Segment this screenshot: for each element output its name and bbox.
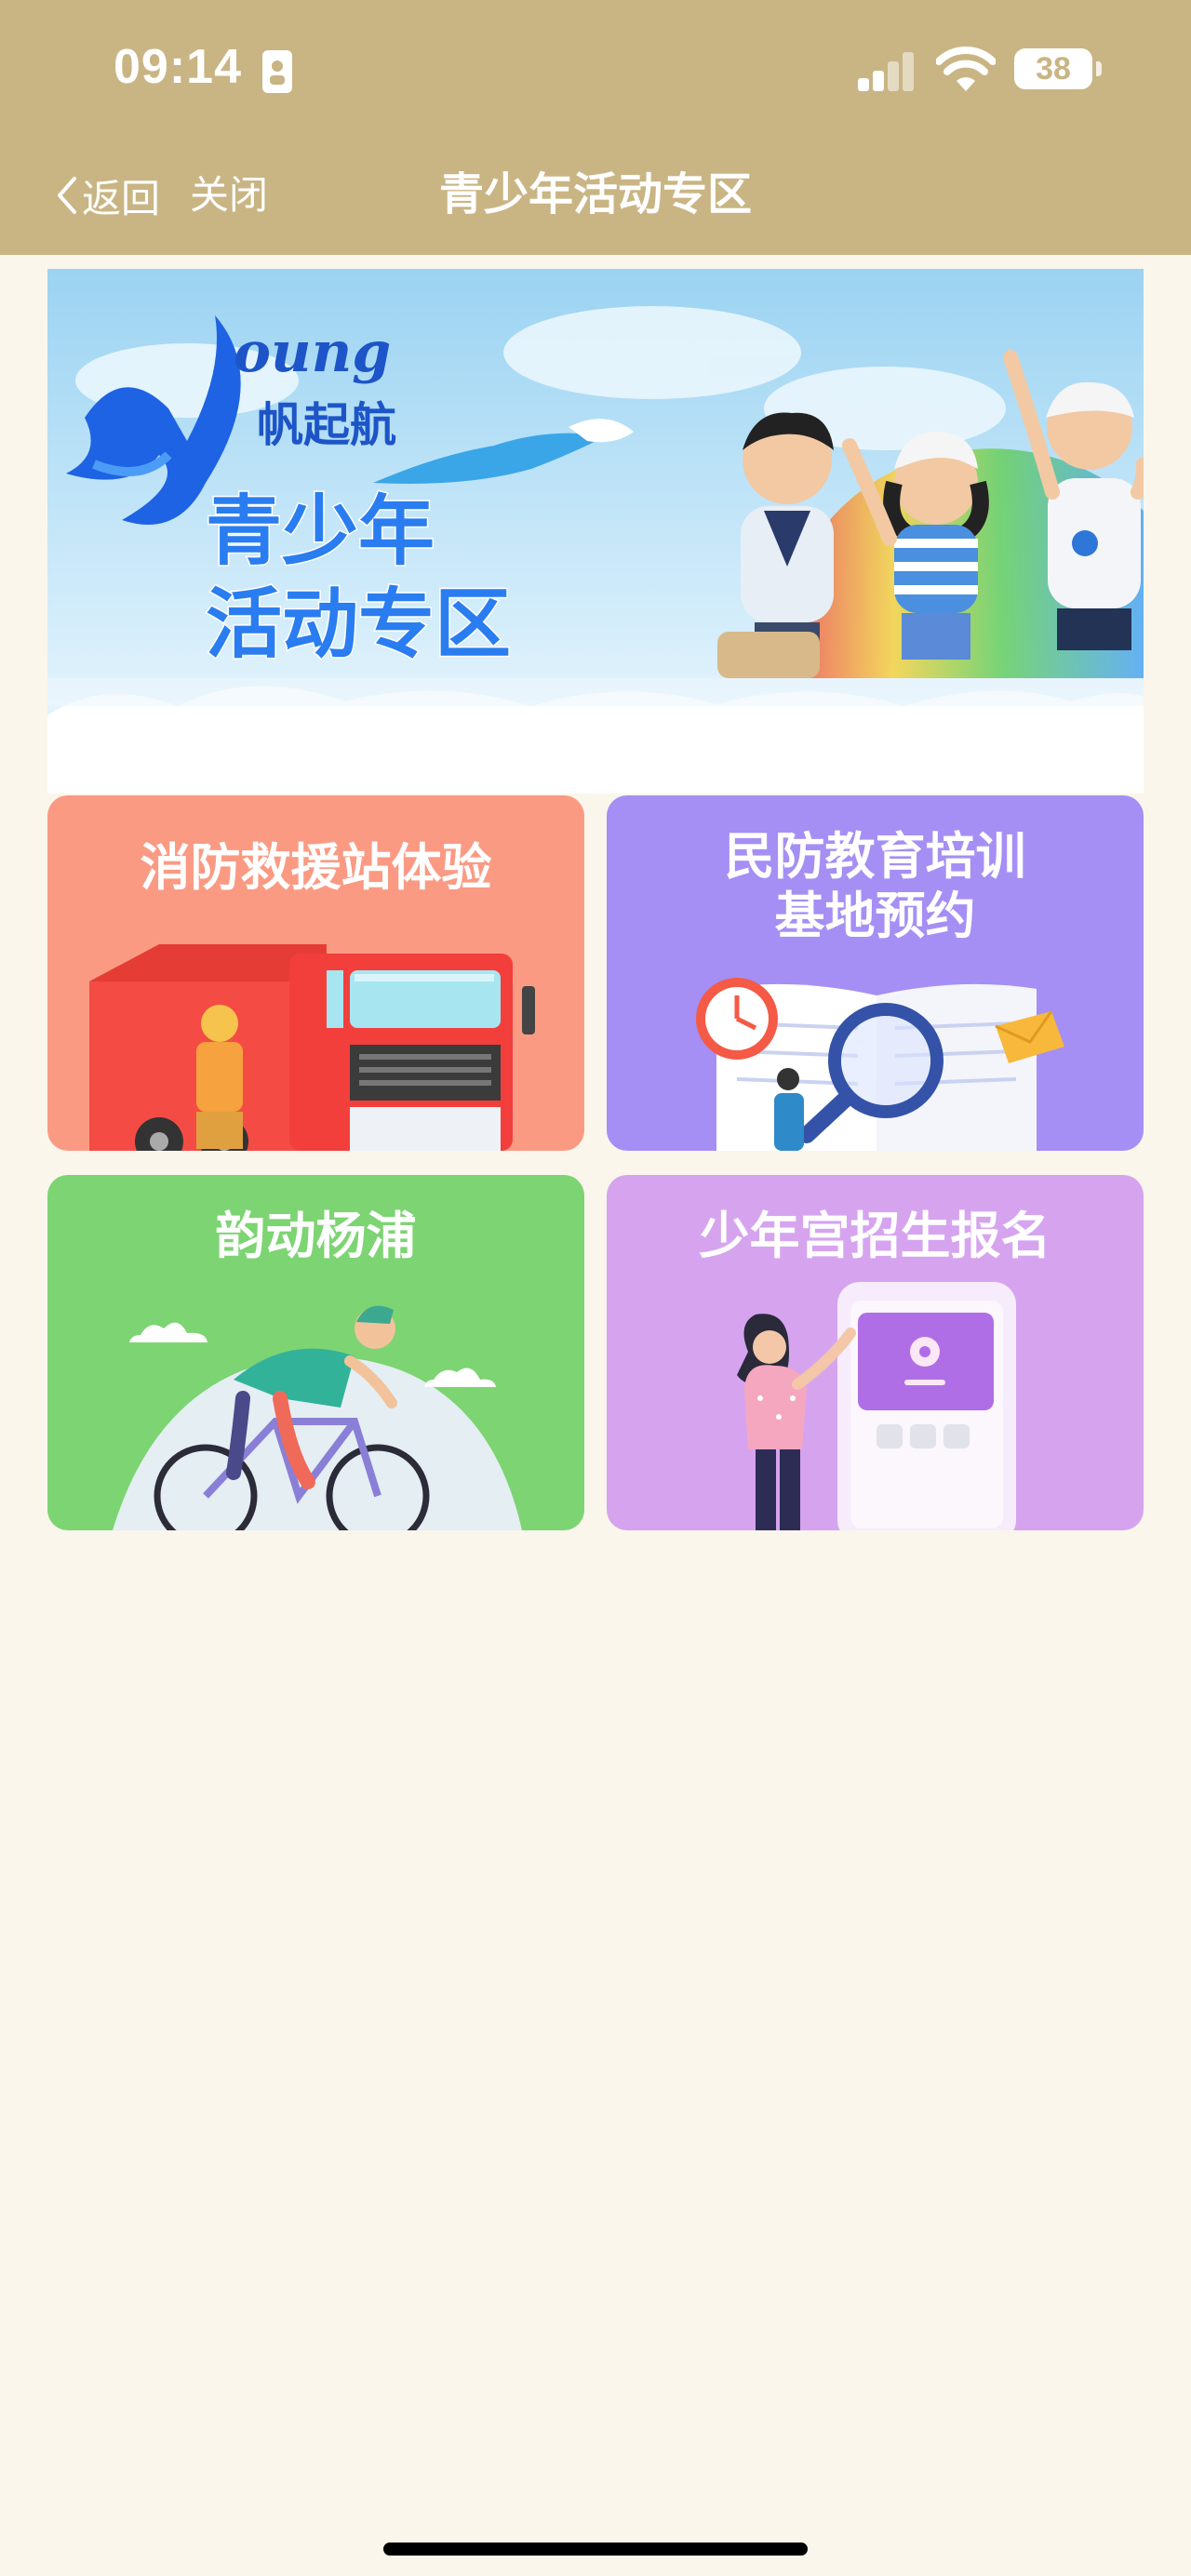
hero-banner[interactable]: oung 帆起航 青少年 活动专区 xyxy=(47,269,1144,794)
back-button[interactable]: 返回 xyxy=(54,167,160,223)
card-fire-rescue[interactable]: 消防救援站体验 xyxy=(47,795,584,1151)
card-youth-palace[interactable]: 少年宫招生报名 xyxy=(607,1175,1144,1530)
card-sports[interactable]: 韵动杨浦 xyxy=(47,1175,584,1530)
cellular-signal-icon xyxy=(858,52,916,91)
battery-cap xyxy=(1096,61,1102,76)
id-card-icon xyxy=(262,50,292,93)
back-label: 返回 xyxy=(82,175,161,221)
status-time: 09:14 xyxy=(114,40,242,94)
logo-subtitle: 帆起航 xyxy=(257,397,396,452)
logo-letters: oung xyxy=(234,320,391,385)
banner-headline-line2: 活动专区 xyxy=(206,581,511,669)
page-title: 青少年活动专区 xyxy=(438,168,752,220)
home-indicator[interactable] xyxy=(383,2543,808,2556)
card-label: 少年宫招生报名 xyxy=(699,1207,1051,1265)
chevron-left-icon xyxy=(58,177,76,214)
card-label: 韵动杨浦 xyxy=(215,1207,417,1265)
battery-indicator: 38 xyxy=(1014,48,1092,89)
wifi-icon xyxy=(936,47,996,91)
banner-headline-line1: 青少年 xyxy=(206,487,435,576)
card-civil-defense[interactable]: 民防教育培训 基地预约 xyxy=(607,795,1144,1151)
banner-illustration: oung 帆起航 青少年 活动专区 xyxy=(47,269,1144,794)
card-label: 消防救援站体验 xyxy=(140,838,492,897)
close-button[interactable]: 关闭 xyxy=(190,167,268,223)
app-header: 09:14 38 返回 关闭 青少年活动专区 xyxy=(0,0,1191,255)
card-label: 民防教育培训 基地预约 xyxy=(724,827,1026,945)
